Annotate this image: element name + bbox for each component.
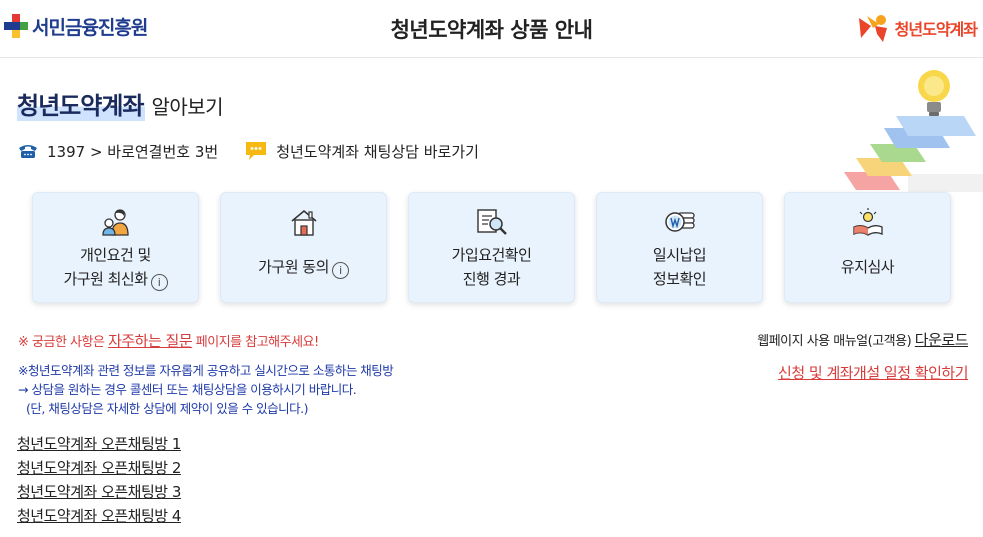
menu-cards: 개인요건 및 가구원 최신화 i 가구원 동의 i 가입요건확인 진행 경과 일… bbox=[32, 192, 951, 303]
card-maintenance-review[interactable]: 유지심사 bbox=[784, 192, 951, 303]
card-personal-household-update[interactable]: 개인요건 및 가구원 최신화 i bbox=[32, 192, 199, 303]
manual-download: 웹페이지 사용 매뉴얼(고객용) 다운로드 bbox=[757, 331, 969, 349]
card-household-consent[interactable]: 가구원 동의 i bbox=[220, 192, 387, 303]
youth-account-logo[interactable]: 청년도약계좌 bbox=[857, 12, 978, 44]
document-search-icon bbox=[476, 209, 507, 235]
chat-consult-text: 청년도약계좌 채팅상담 바로가기 bbox=[276, 142, 479, 161]
heading-suffix: 알아보기 bbox=[151, 95, 224, 119]
idea-book-icon bbox=[852, 208, 883, 236]
heading-product-name: 청년도약계좌 bbox=[17, 86, 146, 121]
schedule-link[interactable]: 신청 및 계좌개설 일정 확인하기 bbox=[778, 362, 968, 383]
phone-contact: 1397 > 바로연결번호 3번 bbox=[17, 141, 218, 162]
contact-row: 1397 > 바로연결번호 3번 청년도약계좌 채팅상담 바로가기 bbox=[17, 140, 479, 162]
youth-leap-logo-icon bbox=[858, 15, 887, 42]
card-label: 가구원 동의 i bbox=[258, 237, 349, 302]
open-chat-room-link-2[interactable]: 청년도약계좌 오픈채팅방 2 bbox=[17, 456, 181, 480]
house-icon bbox=[290, 209, 317, 236]
won-coin-icon bbox=[664, 212, 695, 232]
card-label: 일시납입 정보확인 bbox=[652, 245, 707, 288]
info-icon[interactable]: i bbox=[150, 273, 168, 291]
top-bar: 서민금융진흥원 청년도약계좌 상품 안내 청년도약계좌 bbox=[0, 0, 983, 58]
card-label: 유지심사 bbox=[840, 257, 895, 276]
card-label: 가입요건확인 진행 경과 bbox=[451, 245, 532, 288]
telephone-icon bbox=[19, 145, 37, 158]
card-eligibility-progress[interactable]: 가입요건확인 진행 경과 bbox=[408, 192, 575, 303]
card-lump-sum-info[interactable]: 일시납입 정보확인 bbox=[596, 192, 763, 303]
page-title: 청년도약계좌 상품 안내 bbox=[390, 18, 593, 42]
info-icon[interactable]: i bbox=[331, 261, 349, 279]
open-chat-room-link-3[interactable]: 청년도약계좌 오픈채팅방 3 bbox=[17, 480, 181, 504]
open-chat-notice: ※청년도약계좌 관련 정보를 자유롭게 공유하고 실시간으로 소통하는 채팅방 … bbox=[18, 363, 394, 416]
phone-number-text: 1397 > 바로연결번호 3번 bbox=[47, 142, 219, 161]
open-chat-room-list: 청년도약계좌 오픈채팅방 1 청년도약계좌 오픈채팅방 2 청년도약계좌 오픈채… bbox=[17, 432, 181, 528]
manual-download-link[interactable]: 다운로드 bbox=[915, 331, 969, 349]
card-label: 개인요건 및 가구원 최신화 i bbox=[63, 237, 168, 302]
lightbulb-stairs-illustration bbox=[844, 70, 983, 192]
family-icon bbox=[101, 209, 129, 236]
faq-link[interactable]: 자주하는 질문 bbox=[108, 332, 193, 350]
chat-bubble-icon bbox=[246, 142, 267, 160]
youth-account-logo-text: 청년도약계좌 bbox=[894, 20, 978, 39]
section-heading: 청년도약계좌 알아보기 bbox=[17, 86, 224, 121]
open-chat-room-link-4[interactable]: 청년도약계좌 오픈채팅방 4 bbox=[17, 504, 181, 528]
faq-note: ※ 궁금한 사항은 자주하는 질문 페이지를 참고해주세요! bbox=[18, 332, 319, 350]
open-chat-room-link-1[interactable]: 청년도약계좌 오픈채팅방 1 bbox=[17, 432, 181, 456]
chat-consult-link[interactable]: 청년도약계좌 채팅상담 바로가기 bbox=[244, 140, 479, 162]
